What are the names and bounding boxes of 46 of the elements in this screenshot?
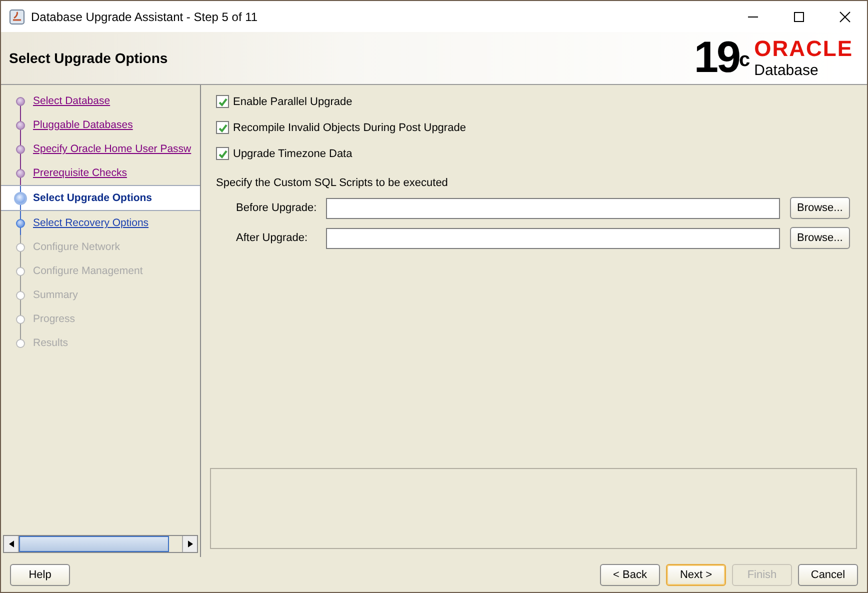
step-item[interactable]: Specify Oracle Home User Passw	[1, 137, 200, 161]
maximize-icon[interactable]	[793, 10, 805, 22]
step-dot-icon	[16, 290, 25, 300]
checkbox-label[interactable]: Recompile Invalid Objects During Post Upgrade	[233, 122, 466, 134]
step-dot-icon	[16, 338, 25, 348]
app-icon	[9, 8, 25, 24]
scroll-thumb[interactable]	[19, 536, 169, 552]
checkbox[interactable]	[216, 147, 229, 160]
step-item[interactable]: Select Database	[1, 89, 200, 113]
step-dot-icon	[16, 96, 25, 106]
cancel-button[interactable]: Cancel	[798, 564, 858, 586]
horizontal-scrollbar[interactable]	[3, 535, 198, 553]
step-dot-icon	[16, 266, 25, 276]
step-dot-icon	[16, 242, 25, 252]
step-dot-icon	[16, 218, 25, 228]
help-button[interactable]: Help	[10, 564, 70, 586]
checkbox-label[interactable]: Upgrade Timezone Data	[233, 148, 352, 160]
step-dot-icon	[16, 144, 25, 154]
step-dot-icon	[16, 120, 25, 130]
checkbox[interactable]	[216, 95, 229, 108]
close-icon[interactable]	[839, 10, 851, 22]
step-item[interactable]: Select Recovery Options	[1, 211, 200, 235]
scroll-right-icon[interactable]	[182, 536, 197, 552]
scroll-left-icon[interactable]	[4, 536, 19, 552]
field-label: Before Upgrade:	[236, 202, 318, 214]
step-item[interactable]: Prerequisite Checks	[1, 161, 200, 185]
section-heading: Specify the Custom SQL Scripts to be executed	[216, 177, 449, 189]
checkbox[interactable]	[216, 121, 229, 134]
step-item[interactable]: Select Upgrade Options	[1, 185, 200, 211]
script-path-field[interactable]	[326, 228, 780, 248]
script-path-field[interactable]	[326, 198, 780, 218]
checkbox-label[interactable]: Enable Parallel Upgrade	[233, 96, 352, 108]
brand-name: ORACLE	[754, 38, 853, 60]
step-item[interactable]: Pluggable Databases	[1, 113, 200, 137]
field-label: After Upgrade:	[236, 232, 309, 244]
browse-button[interactable]: Browse...	[790, 227, 850, 249]
step-dot-icon	[16, 168, 25, 178]
step-dot-icon	[14, 192, 27, 204]
next-button[interactable]: Next >	[666, 564, 726, 586]
browse-button[interactable]: Browse...	[790, 197, 850, 219]
page-title: Select Upgrade Options	[9, 50, 168, 66]
version-number: 19$^{c}$	[694, 36, 748, 80]
step-dot-icon	[16, 314, 25, 324]
window-title: Database Upgrade Assistant - Step 5 of 11	[31, 10, 258, 24]
product-name: Database	[754, 63, 820, 78]
back-button[interactable]: < Back	[600, 564, 660, 586]
